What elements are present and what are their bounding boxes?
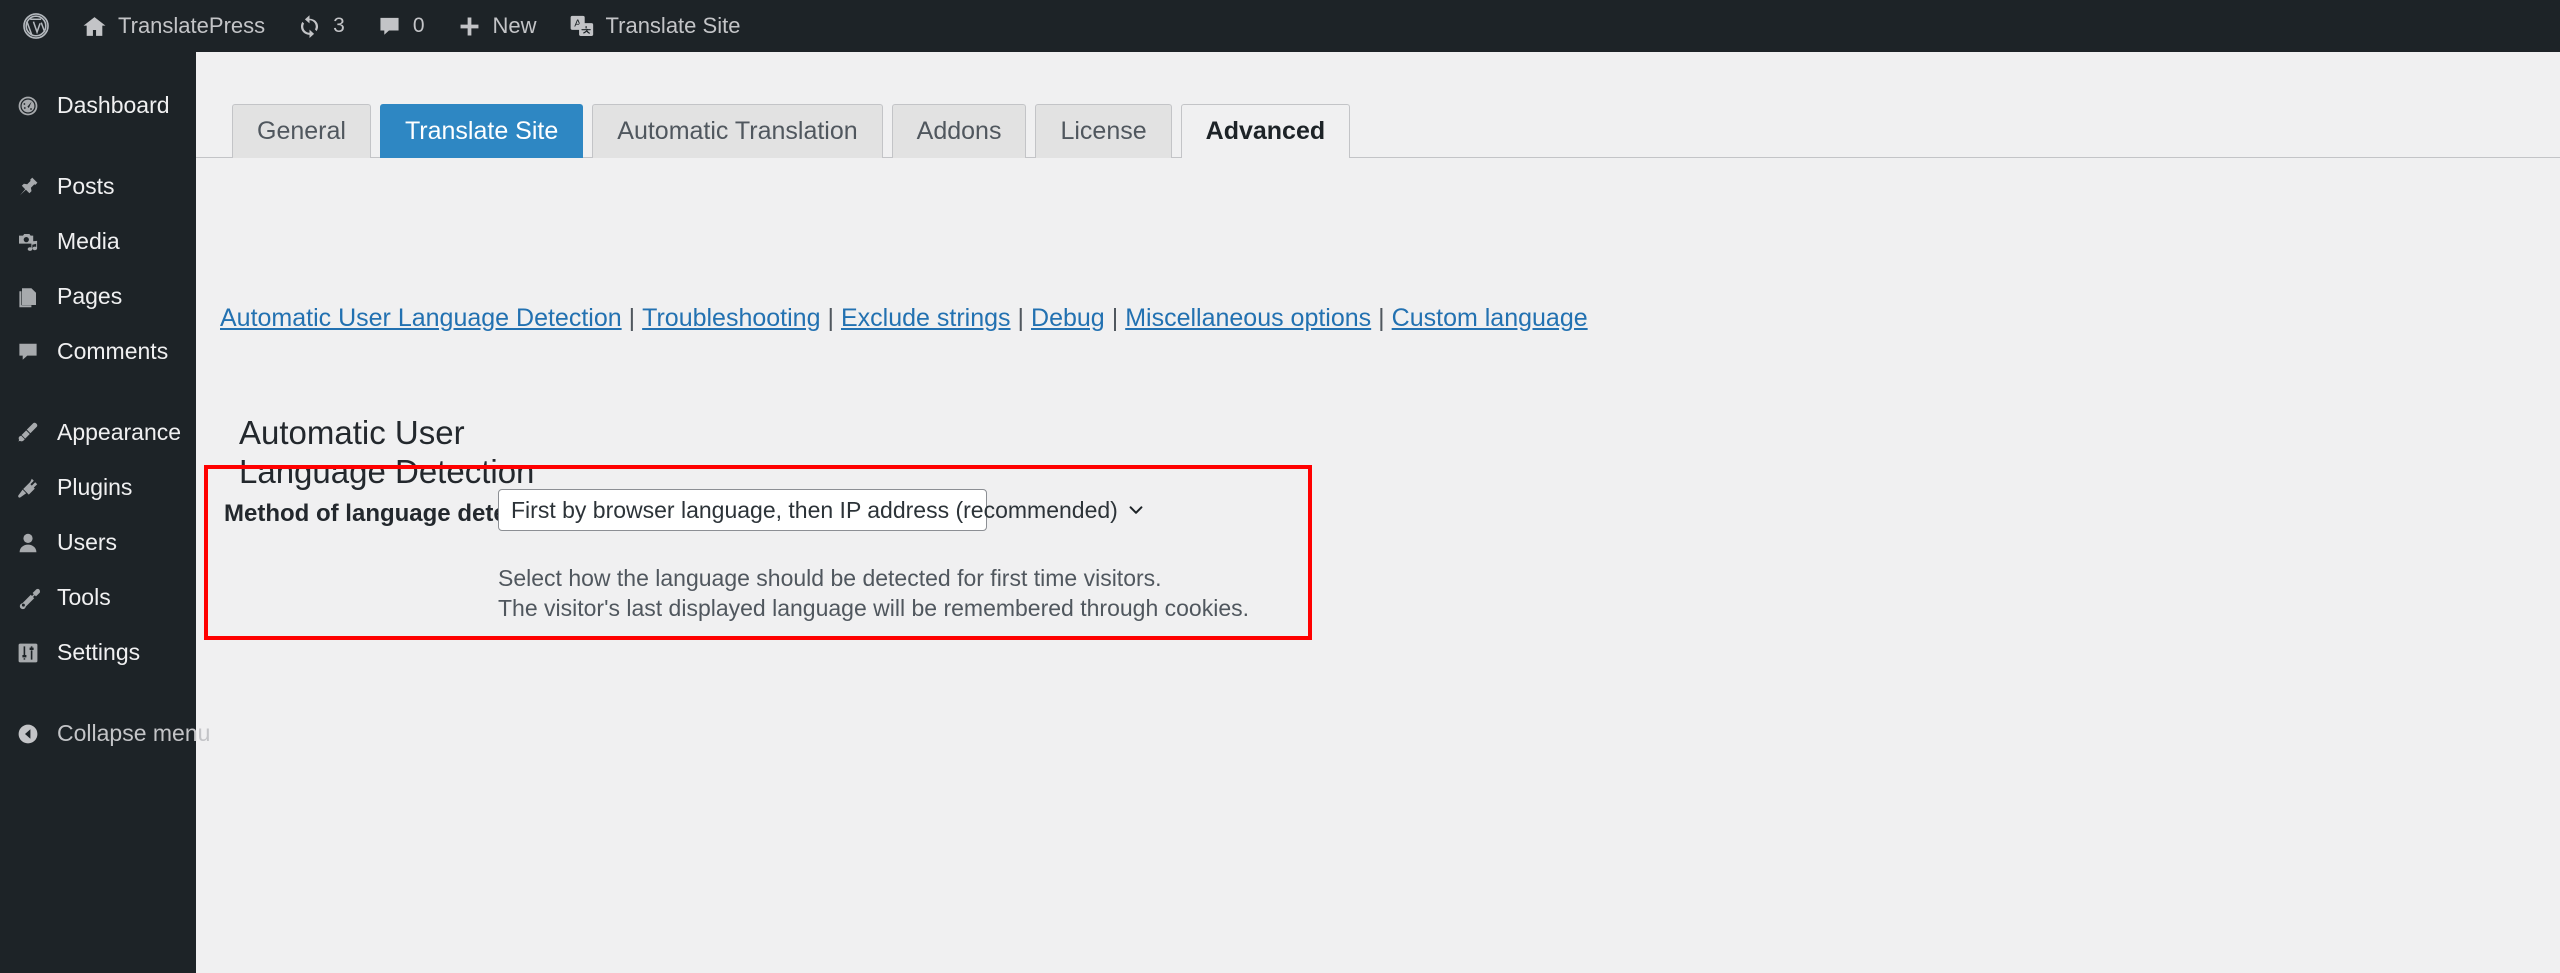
paintbrush-icon bbox=[14, 421, 42, 445]
sidebar-item-label: Settings bbox=[57, 639, 141, 665]
sidebar-separator-1 bbox=[0, 133, 196, 159]
tab-general[interactable]: General bbox=[232, 104, 371, 158]
content-area: General Translate Site Automatic Transla… bbox=[196, 52, 2560, 973]
pages-icon bbox=[14, 285, 42, 309]
dashboard-gauge-icon bbox=[14, 94, 42, 118]
sidebar-collapse-menu[interactable]: Collapse menu bbox=[0, 706, 210, 761]
sidebar-collapse-label: Collapse menu bbox=[57, 720, 211, 746]
chevron-down-icon bbox=[1126, 500, 1146, 520]
tab-label: Automatic Translation bbox=[617, 117, 858, 145]
sidebar-item-label: Tools bbox=[57, 584, 111, 610]
adminbar-wordpress-logo[interactable] bbox=[0, 0, 66, 52]
pin-icon bbox=[14, 175, 42, 199]
sidebar-item-plugins[interactable]: Plugins bbox=[0, 460, 196, 515]
sidebar-item-dashboard[interactable]: Dashboard bbox=[0, 78, 196, 133]
adminbar-updates[interactable]: 3 bbox=[281, 0, 361, 52]
sidebar-item-users[interactable]: Users bbox=[0, 515, 196, 570]
sidebar-separator-2 bbox=[0, 379, 196, 405]
translate-icon: A bbox=[569, 13, 595, 39]
sublink-separator: | bbox=[1378, 304, 1385, 332]
sidebar-item-label: Media bbox=[57, 228, 120, 254]
sidebar-item-label: Plugins bbox=[57, 474, 133, 500]
sidebar-item-label: Posts bbox=[57, 173, 115, 199]
adminbar-new-label: New bbox=[492, 13, 537, 38]
media-camera-music-icon bbox=[14, 230, 42, 254]
sidebar-separator-3 bbox=[0, 680, 196, 706]
comment-bubble-icon bbox=[377, 14, 402, 39]
sublink-separator: | bbox=[628, 304, 636, 332]
adminbar-comments-count: 0 bbox=[412, 14, 425, 37]
wrench-icon bbox=[14, 586, 42, 610]
adminbar-new-content[interactable]: New bbox=[441, 0, 553, 52]
adminbar-updates-count: 3 bbox=[333, 14, 345, 37]
sidebar-item-comments[interactable]: Comments bbox=[0, 324, 196, 379]
sidebar-item-posts[interactable]: Posts bbox=[0, 159, 196, 214]
sublink-troubleshooting[interactable]: Troubleshooting bbox=[642, 304, 820, 332]
tab-advanced[interactable]: Advanced bbox=[1180, 104, 1351, 159]
user-icon bbox=[14, 531, 42, 555]
tab-translate-site[interactable]: Translate Site bbox=[379, 104, 584, 158]
tab-label: Translate Site bbox=[404, 117, 559, 145]
sublink-separator: | bbox=[1111, 304, 1119, 332]
sublink-debug[interactable]: Debug bbox=[1031, 304, 1105, 332]
sliders-icon bbox=[14, 641, 42, 665]
adminbar-site-name-label: TranslatePress bbox=[118, 13, 266, 38]
tab-license[interactable]: License bbox=[1035, 104, 1172, 158]
sidebar-item-label: Comments bbox=[57, 338, 169, 364]
sublink-separator: | bbox=[827, 304, 834, 332]
home-icon bbox=[82, 14, 107, 39]
sidebar-item-settings[interactable]: Settings bbox=[0, 625, 196, 680]
tab-label: General bbox=[257, 117, 346, 145]
collapse-arrow-icon bbox=[14, 722, 42, 746]
sidebar-item-label: Dashboard bbox=[57, 92, 170, 118]
adminbar-comments[interactable]: 0 bbox=[361, 0, 441, 52]
tab-label: License bbox=[1060, 117, 1147, 145]
sidebar-item-pages[interactable]: Pages bbox=[0, 269, 196, 324]
sublink-separator: | bbox=[1017, 304, 1025, 332]
updates-icon bbox=[297, 14, 322, 39]
adminbar-translate-site[interactable]: A Translate Site bbox=[553, 0, 757, 52]
sidebar-item-media[interactable]: Media bbox=[0, 214, 196, 269]
admin-sidebar: Dashboard Posts Media Pages Comments App… bbox=[0, 52, 210, 973]
wordpress-logo-icon bbox=[22, 12, 50, 40]
sublink-automatic-user-language-detection[interactable]: Automatic User Language Detection bbox=[220, 304, 622, 332]
sidebar-item-appearance[interactable]: Appearance bbox=[0, 405, 196, 460]
sidebar-item-label: Appearance bbox=[57, 419, 182, 445]
tab-automatic-translation[interactable]: Automatic Translation bbox=[592, 104, 883, 158]
advanced-section-links: Automatic User Language Detection | Troubl… bbox=[220, 304, 1588, 333]
comment-bubble-icon bbox=[14, 340, 42, 364]
admin-bar: TranslatePress 3 0 New A Translate Site bbox=[0, 0, 2560, 52]
tab-addons[interactable]: Addons bbox=[891, 104, 1027, 158]
settings-tab-bar: General Translate Site Automatic Transla… bbox=[232, 104, 1351, 159]
method-of-language-detection-description: Select how the language should be detect… bbox=[498, 565, 1250, 622]
sublink-exclude-strings[interactable]: Exclude strings bbox=[841, 304, 1011, 332]
adminbar-translate-site-label: Translate Site bbox=[605, 13, 741, 38]
sublink-custom-language[interactable]: Custom language bbox=[1392, 304, 1588, 332]
select-selected-value: First by browser language, then IP addre… bbox=[511, 496, 1118, 523]
tab-label: Addons bbox=[916, 117, 1002, 145]
sidebar-item-label: Pages bbox=[57, 283, 123, 309]
tab-label: Advanced bbox=[1205, 117, 1326, 145]
sidebar-item-label: Users bbox=[57, 529, 118, 555]
method-of-language-detection-select[interactable]: First by browser language, then IP addre… bbox=[498, 489, 1143, 531]
sidebar-item-tools[interactable]: Tools bbox=[0, 570, 196, 625]
sidebar-spacer-top bbox=[0, 52, 196, 78]
plug-icon bbox=[14, 476, 42, 500]
sublink-miscellaneous-options[interactable]: Miscellaneous options bbox=[1125, 304, 1371, 332]
adminbar-site-name[interactable]: TranslatePress bbox=[66, 0, 281, 52]
plus-icon bbox=[457, 14, 482, 39]
